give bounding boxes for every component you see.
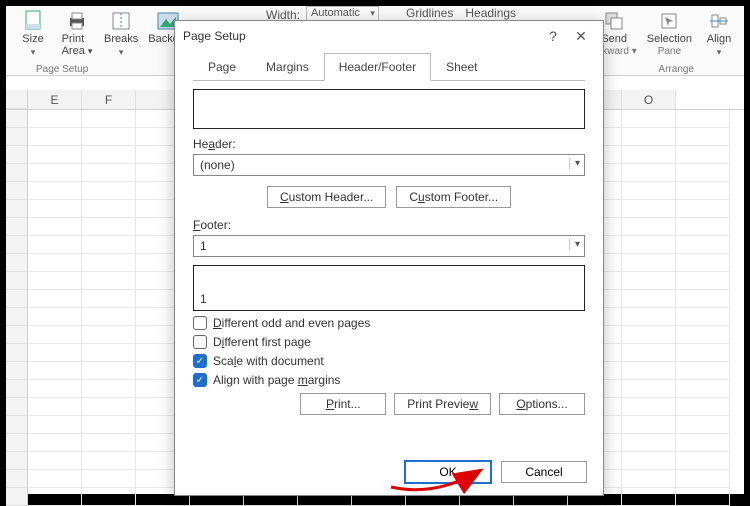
ribbon-size[interactable]: Size: [12, 8, 54, 64]
send-backward-icon: [603, 10, 625, 32]
chk-label: Different odd and even pages: [213, 316, 370, 330]
close-button[interactable]: ✕: [567, 28, 595, 45]
tab-sheet[interactable]: Sheet: [431, 53, 492, 81]
header-label: Header:: [193, 137, 585, 151]
ribbon-selection-sub: Pane: [658, 46, 681, 57]
tab-margins[interactable]: Margins: [251, 53, 324, 81]
checkbox-icon: ✓: [193, 373, 207, 387]
help-button[interactable]: ?: [539, 28, 567, 44]
gridlines-label: Gridlines: [406, 6, 453, 20]
header-preview: [193, 89, 585, 129]
ribbon-view-labels: Gridlines Headings: [406, 6, 516, 20]
footer-preview-text: 1: [200, 292, 207, 306]
col-header[interactable]: O: [622, 90, 676, 109]
tab-page[interactable]: Page: [193, 53, 251, 81]
chk-label: Align with page margins: [213, 373, 340, 387]
chk-diff-first[interactable]: Different first page: [193, 335, 585, 349]
tab-header-footer[interactable]: Header/Footer: [324, 53, 431, 81]
chk-diff-odd-even[interactable]: Different odd and even pages: [193, 316, 585, 330]
ribbon-print-area-label: PrintArea ▾: [62, 33, 93, 57]
ribbon-align-label: Align: [707, 33, 731, 45]
ok-button[interactable]: OK: [405, 461, 491, 483]
footer-label: Footer:: [193, 218, 585, 232]
header-dropdown[interactable]: (none): [193, 154, 585, 176]
col-header[interactable]: F: [82, 90, 136, 109]
print-button[interactable]: Print...: [300, 393, 386, 415]
ribbon-size-label: Size: [22, 33, 43, 45]
footer-dropdown[interactable]: 1: [193, 235, 585, 257]
headings-label: Headings: [465, 6, 516, 20]
page-setup-dialog: Page Setup ? ✕ Page Margins Header/Foote…: [174, 20, 604, 496]
cancel-button[interactable]: Cancel: [501, 461, 587, 483]
footer-preview: 1: [193, 265, 585, 311]
chk-align-margins[interactable]: ✓ Align with page margins: [193, 373, 585, 387]
dialog-tabs: Page Margins Header/Footer Sheet: [175, 53, 603, 81]
print-preview-button[interactable]: Print Preview: [394, 393, 491, 415]
chk-scale[interactable]: ✓ Scale with document: [193, 354, 585, 368]
checkbox-icon: [193, 316, 207, 330]
ribbon-breaks-label: Breaks: [104, 33, 138, 45]
chevron-down-icon: [717, 46, 722, 58]
dialog-title: Page Setup: [183, 29, 539, 43]
ribbon-breaks[interactable]: Breaks: [100, 8, 142, 64]
breaks-icon: [110, 10, 132, 32]
chevron-down-icon: [31, 46, 36, 58]
page-size-icon: [22, 10, 44, 32]
ribbon-group-page-setup: Page Setup: [36, 64, 88, 75]
ribbon-selection-label: Selection: [647, 33, 692, 45]
chevron-down-icon: [119, 46, 124, 58]
ribbon-print-area[interactable]: PrintArea ▾: [56, 8, 98, 64]
custom-header-button[interactable]: Custom Header...: [267, 186, 386, 208]
chk-label: Scale with document: [213, 354, 324, 368]
checkbox-icon: ✓: [193, 354, 207, 368]
ribbon-group-arrange: Arrange: [658, 64, 694, 75]
col-header[interactable]: E: [28, 90, 82, 109]
ribbon-align[interactable]: Align: [698, 8, 740, 64]
selection-pane-icon: [658, 10, 680, 32]
chk-label: Different first page: [213, 335, 311, 349]
ribbon-selection-pane[interactable]: Selection Pane: [643, 8, 696, 64]
ribbon-send-label: Send: [601, 33, 627, 45]
printer-icon: [66, 10, 88, 32]
align-icon: [708, 10, 730, 32]
custom-footer-button[interactable]: Custom Footer...: [396, 186, 511, 208]
dialog-titlebar: Page Setup ? ✕: [175, 21, 603, 51]
options-button[interactable]: Options...: [499, 393, 585, 415]
checkbox-icon: [193, 335, 207, 349]
